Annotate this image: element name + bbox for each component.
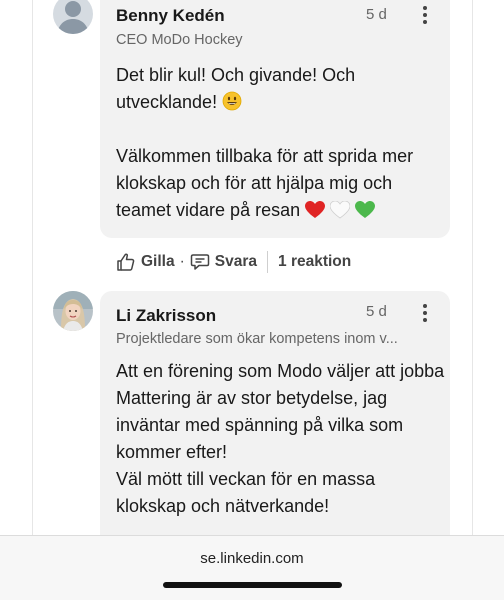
thread-line-left bbox=[32, 0, 33, 535]
more-options-icon[interactable] bbox=[422, 304, 428, 324]
reply-label: Svara bbox=[214, 253, 258, 270]
home-indicator[interactable] bbox=[163, 582, 342, 588]
comment-actions: Gilla · Svara 1 reaktion bbox=[116, 250, 351, 274]
white-heart-icon bbox=[329, 200, 351, 227]
default-person-icon bbox=[53, 0, 93, 34]
comment-time: 5 d bbox=[366, 303, 387, 320]
comment-author[interactable]: Benny Kedén bbox=[116, 6, 225, 26]
reactions-count[interactable]: 1 reaktion bbox=[278, 253, 351, 271]
like-button[interactable]: Gilla bbox=[116, 252, 175, 272]
browser-address-bar: se.linkedin.com bbox=[0, 535, 504, 600]
thumbs-up-icon bbox=[117, 253, 135, 271]
thread-line-right bbox=[472, 0, 473, 535]
profile-photo-icon bbox=[53, 291, 93, 331]
red-heart-icon bbox=[305, 200, 326, 227]
comment-time: 5 d bbox=[366, 6, 387, 23]
separator-dot: · bbox=[179, 253, 185, 270]
comment-author[interactable]: Li Zakrisson bbox=[116, 306, 216, 326]
comment-headline: Projektledare som ökar kompetens inom v.… bbox=[116, 331, 398, 347]
comment-text: Att en förening som Modo väljer att jobb… bbox=[116, 361, 445, 516]
like-label: Gilla bbox=[141, 253, 175, 270]
comment-text: Välkommen tillbaka för att sprida mer kl… bbox=[116, 143, 446, 227]
divider bbox=[267, 251, 269, 273]
avatar-li[interactable] bbox=[53, 291, 93, 331]
comment-bubble-benny: Benny Kedén CEO MoDo Hockey 5 d Det blir… bbox=[100, 0, 450, 238]
green-heart-icon bbox=[355, 200, 376, 227]
comment-bubble-li: Li Zakrisson Projektledare som ökar komp… bbox=[100, 291, 450, 535]
smiling-face-icon bbox=[222, 91, 242, 119]
url-text[interactable]: se.linkedin.com bbox=[0, 550, 504, 567]
more-options-icon[interactable] bbox=[422, 6, 428, 26]
avatar-benny[interactable] bbox=[53, 0, 93, 34]
comment-text: Det blir kul! Och givande! Och utvecklan… bbox=[116, 62, 446, 119]
speech-bubble-icon bbox=[190, 254, 210, 270]
comment-headline: CEO MoDo Hockey bbox=[116, 32, 243, 48]
reply-button[interactable]: Svara bbox=[190, 252, 257, 272]
